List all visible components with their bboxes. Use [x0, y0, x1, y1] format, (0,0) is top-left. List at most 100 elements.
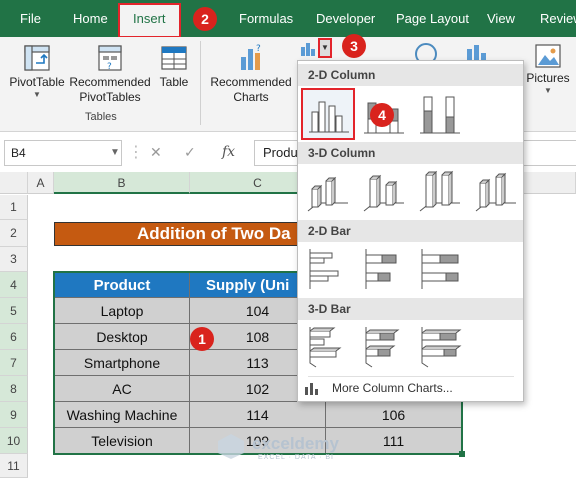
recommended-pivottables-button[interactable]: ? Recommended PivotTables: [68, 37, 152, 105]
3d-stacked-bar-option[interactable]: [360, 323, 408, 371]
column-header-b[interactable]: B: [54, 172, 190, 194]
pivottable-label: PivotTable: [9, 75, 65, 89]
3d-100-stacked-column-icon: [419, 170, 460, 212]
insert-function-icon[interactable]: fx: [222, 144, 235, 160]
table-cell[interactable]: 114: [190, 402, 326, 428]
table-cell[interactable]: AC: [54, 376, 190, 402]
column-header-a[interactable]: A: [28, 172, 54, 194]
tab-view[interactable]: View: [487, 0, 515, 37]
recommended-charts-icon: ?: [241, 44, 261, 70]
3d-stacked-column-icon: [363, 174, 404, 212]
chevron-down-icon: ▼: [33, 90, 41, 99]
recommended-charts-label-line2: Charts: [233, 90, 269, 104]
3d-column-icon: [475, 172, 516, 212]
table-cell[interactable]: Washing Machine: [54, 402, 190, 428]
recommended-pivottables-label-line1: Recommended: [69, 75, 151, 89]
svg-text:?: ?: [107, 62, 112, 72]
row-header-6[interactable]: 6: [0, 324, 28, 350]
clustered-column-option[interactable]: [301, 88, 355, 140]
name-box[interactable]: B4: [4, 140, 122, 166]
row-header-5[interactable]: 5: [0, 298, 28, 324]
watermark-subtext: EXCEL · DATA · BI: [258, 454, 334, 461]
step-1-marker: 1: [190, 327, 214, 351]
clustered-bar-icon: [309, 249, 339, 289]
3d-stacked-column-option[interactable]: [360, 167, 408, 215]
stacked-bar-option[interactable]: [360, 245, 408, 293]
more-charts-icon: [304, 381, 320, 395]
more-options-icon: ⋮: [128, 144, 144, 161]
step-2-marker: 2: [193, 7, 217, 31]
row-header-8[interactable]: 8: [0, 376, 28, 402]
table-cell[interactable]: Laptop: [54, 298, 190, 324]
tab-home[interactable]: Home: [73, 0, 108, 37]
fill-handle[interactable]: [459, 451, 465, 457]
cancel-icon[interactable]: ✕: [150, 144, 162, 161]
svg-text:?: ?: [256, 44, 261, 54]
table-cell[interactable]: 106: [326, 402, 462, 428]
select-all-corner[interactable]: [0, 172, 28, 194]
more-column-charts-link[interactable]: More Column Charts...: [332, 381, 453, 395]
table-cell[interactable]: Television: [54, 428, 190, 454]
pivottable-icon: [24, 45, 50, 71]
row-header-11[interactable]: 11: [0, 454, 28, 478]
menu-divider: [308, 376, 514, 377]
row-header-7[interactable]: 7: [0, 350, 28, 376]
row-header-9[interactable]: 9: [0, 402, 28, 428]
3d-100-stacked-bar-icon: [421, 327, 462, 368]
row-header-2[interactable]: 2: [0, 220, 28, 247]
table-label: Table: [159, 75, 189, 89]
tab-developer[interactable]: Developer: [316, 0, 375, 37]
section-3d-column: 3-D Column: [298, 142, 523, 164]
insert-column-chart-dropdown-button[interactable]: ▼: [318, 38, 332, 58]
recommended-charts-button[interactable]: ? Recommended Charts: [208, 37, 294, 105]
watermark-logo-icon: [216, 432, 250, 462]
tables-group-label: Tables: [85, 111, 117, 123]
row-header-1[interactable]: 1: [0, 195, 28, 220]
step-3-marker: 3: [342, 34, 366, 58]
100-stacked-bar-option[interactable]: [416, 245, 464, 293]
tab-file[interactable]: File: [20, 0, 41, 37]
3d-100-stacked-column-option[interactable]: [416, 167, 464, 215]
table-cell[interactable]: Desktop: [54, 324, 190, 350]
recommended-pivottables-label-line2: PivotTables: [79, 90, 141, 104]
pivottable-button[interactable]: PivotTable ▼: [8, 37, 66, 100]
pictures-button[interactable]: Pictures ▼: [524, 37, 572, 96]
3d-column-option[interactable]: [472, 167, 520, 215]
table-header-product[interactable]: Product: [54, 272, 190, 298]
table-button[interactable]: Table: [154, 37, 194, 90]
watermark-text: exceldemy: [252, 434, 339, 453]
table-cell[interactable]: Smartphone: [54, 350, 190, 376]
100-stacked-bar-icon: [421, 249, 459, 289]
enter-check-icon[interactable]: ✓: [184, 144, 196, 161]
name-box-chevron-down-icon[interactable]: ▼: [110, 147, 120, 158]
recommended-charts-label-line1: Recommended: [210, 75, 292, 89]
group-separator: [200, 41, 201, 125]
100-stacked-column-option[interactable]: [416, 91, 464, 139]
3d-clustered-column-option[interactable]: [304, 167, 352, 215]
stacked-bar-icon: [365, 249, 397, 289]
column-chart-icon[interactable]: [300, 41, 316, 57]
tab-insert[interactable]: Insert: [118, 3, 181, 38]
section-3d-bar: 3-D Bar: [298, 298, 523, 320]
sheet-title-cell[interactable]: Addition of Two Da: [54, 222, 326, 246]
table-cell[interactable]: 111: [326, 428, 462, 454]
tab-formulas[interactable]: Formulas: [239, 0, 293, 37]
tab-page-layout[interactable]: Page Layout: [396, 0, 469, 37]
recommended-pivottables-icon: ?: [98, 45, 122, 72]
100-stacked-column-icon: [420, 96, 460, 134]
step-4-marker: 4: [370, 103, 394, 127]
3d-clustered-bar-option[interactable]: [304, 323, 352, 371]
row-header-4[interactable]: 4: [0, 272, 28, 298]
row-header-3[interactable]: 3: [0, 247, 28, 272]
row-header-10[interactable]: 10: [0, 428, 28, 454]
3d-clustered-bar-icon: [309, 327, 342, 368]
chevron-down-icon: ▼: [544, 86, 552, 95]
pictures-icon: [535, 44, 561, 68]
clustered-bar-option[interactable]: [304, 245, 352, 293]
section-2d-column: 2-D Column: [298, 64, 523, 86]
3d-100-stacked-bar-option[interactable]: [416, 323, 464, 371]
clustered-column-icon: [309, 101, 349, 133]
section-2d-bar: 2-D Bar: [298, 220, 523, 242]
pictures-label: Pictures: [526, 71, 570, 85]
tab-review[interactable]: Review: [540, 0, 576, 37]
